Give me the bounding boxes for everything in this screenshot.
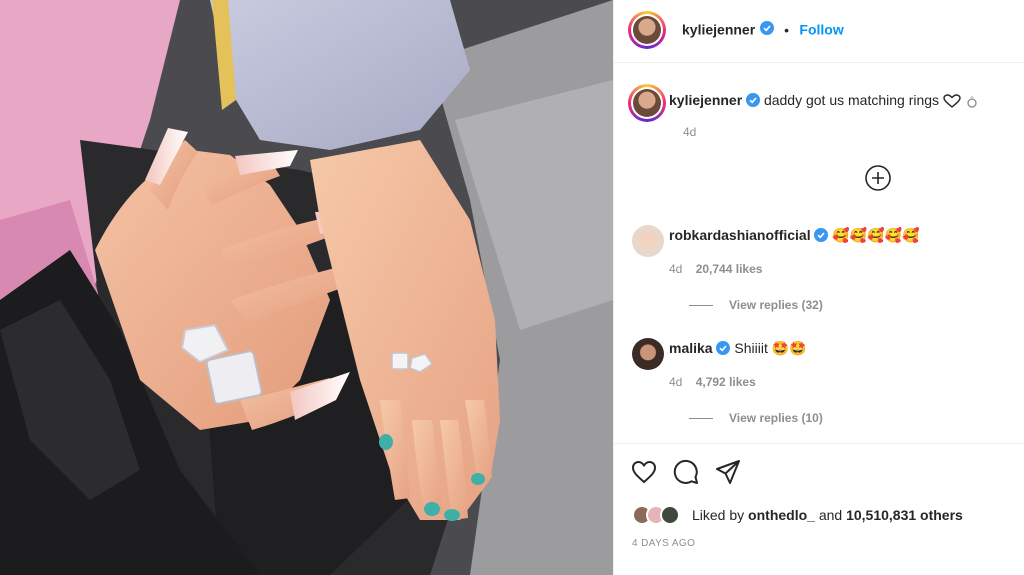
replies-divider [689,305,713,307]
view-replies-button[interactable]: View replies (10) [689,411,823,425]
commenter-avatar[interactable] [632,225,664,257]
heart-emoji-icon [943,92,965,109]
liked-by-middle: and [818,507,843,523]
commenter-username[interactable]: malika [669,340,713,356]
verified-badge-icon [814,227,829,245]
commenter-username[interactable]: robkardashianofficial [669,227,811,243]
follow-button[interactable]: Follow [799,22,843,38]
caption-avatar[interactable] [628,84,666,122]
liked-by-user[interactable]: onthedlo_ [748,507,815,523]
comment-meta: 4d 20,744 likes [669,262,762,276]
verified-badge-icon [716,340,731,358]
comment-icon[interactable] [672,458,700,486]
comment-likes[interactable]: 20,744 likes [696,262,763,276]
commenter-avatar[interactable] [632,338,664,370]
comment-body: 🥰🥰🥰🥰🥰 [832,227,920,243]
load-more-plus-icon[interactable] [865,165,891,191]
post-photo[interactable] [0,0,613,575]
post-side-panel: kyliejenner • Follow kyliejenner daddy g… [613,0,1024,575]
caption: kyliejenner daddy got us matching rings [669,92,979,110]
liked-by-prefix: Liked by [692,507,745,523]
comment-timestamp: 4d [669,262,683,276]
post-date[interactable]: 4 DAYS AGO [632,538,695,549]
comment-likes[interactable]: 4,792 likes [696,375,756,389]
ring-emoji-icon [965,92,979,108]
share-icon[interactable] [714,458,742,486]
verified-badge-icon [746,92,761,110]
header-user-row: kyliejenner • Follow [682,21,844,40]
comment-meta: 4d 4,792 likes [669,375,756,389]
comment-text: malika Shiiiit 🤩🤩 [669,340,807,358]
author-username[interactable]: kyliejenner [682,22,755,38]
post-actions-bar: Liked by onthedlo_ and 10,510,831 others… [614,443,1024,549]
caption-text: daddy got us matching rings [763,92,940,108]
liker-avatar [660,505,680,525]
comment-body: Shiiiit 🤩🤩 [734,340,807,356]
liked-by-others[interactable]: 10,510,831 others [846,507,963,523]
instagram-post: kyliejenner • Follow kyliejenner daddy g… [0,0,1024,575]
comment-timestamp: 4d [669,375,683,389]
author-avatar[interactable] [628,11,666,49]
separator-dot: • [784,21,789,38]
replies-divider [689,418,713,420]
comment-text: robkardashianofficial 🥰🥰🥰🥰🥰 [669,227,920,245]
caption-username[interactable]: kyliejenner [669,92,742,108]
view-replies-label: View replies (32) [729,298,823,312]
caption-timestamp: 4d [683,125,697,139]
verified-badge-icon [759,21,774,40]
view-replies-button[interactable]: View replies (32) [689,298,823,312]
heart-outline-icon[interactable] [630,458,658,486]
liked-by-text: Liked by onthedlo_ and 10,510,831 others [692,507,963,523]
view-replies-label: View replies (10) [729,411,823,425]
photo-hands-rings [0,0,613,575]
post-header: kyliejenner • Follow [614,0,1024,63]
